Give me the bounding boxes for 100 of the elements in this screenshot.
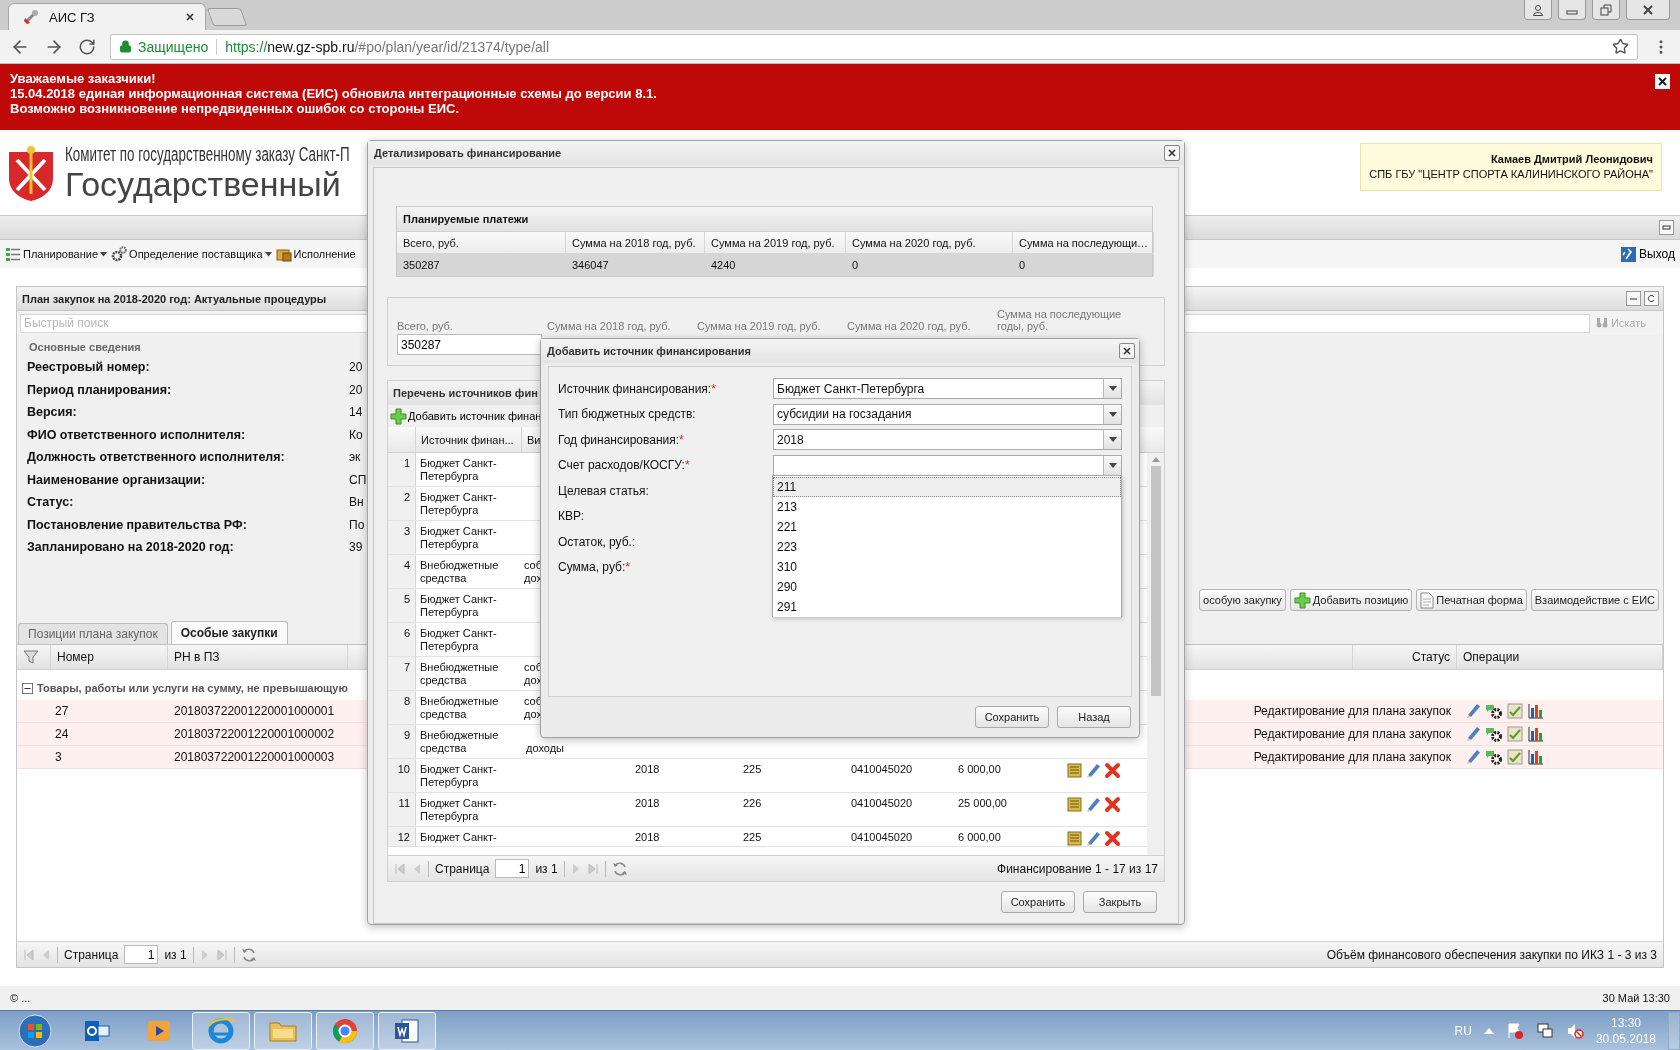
table-cell-text: 6 000,00 [957,762,1002,777]
section-title: Перечень источников фин [393,387,538,399]
url-text: https://new.gz-spb.ru/#po/plan/year/id/21374/type/all [224,38,550,55]
table-cell-text: 2018 [634,830,661,845]
field-value: эк [349,450,361,465]
table-cell-text: Редактирование для плана закупок [1252,750,1452,764]
column-header: Сумма на 2020 год, руб. [846,232,1013,253]
grid-title: Планируемые платежи [397,207,1152,232]
field-label: Версия: [27,405,78,420]
date-time-text: 30 Май 13:30 [1602,992,1670,1004]
field-label: Целевая статья: [558,483,650,498]
field-label: Остаток, руб.: [558,534,637,549]
field-value: 14 [349,405,363,420]
clock-time: 13:30 [1610,1014,1641,1031]
row-number: 3 [388,521,416,554]
row-number: 4 [388,555,416,588]
column-header: Сумма на последующи… [1013,232,1154,253]
row-number: 7 [388,657,416,690]
table-cell-text: 225 [742,830,763,845]
table-cell-text: 201803722001220001000003 [173,750,336,764]
field-label: Счет расходов/КОСГУ:* [558,458,691,473]
field-label: Сумма, руб:* [558,560,631,575]
row-number: 1 [388,453,416,486]
table-cell-text: Внебюджетные средства [419,558,500,586]
field-label: Тип бюджетных средств: [558,407,697,422]
user-name: Камаев Дмитрий Леонидович [1490,151,1653,167]
table-cell-text: доходы [525,740,565,756]
table-cell-text: Внебюджетные средства [419,660,500,688]
column-header: Всего, руб. [397,232,566,253]
field-label: КВР: [558,509,586,524]
banner-message-line: 15.04.2018 единая информационная система (ЕИС) обновила интеграционные схемы до версии 8.1. [10,86,657,101]
table-cell-text: Внебюджетные средства [419,694,500,722]
field-label: Источник финансирования:* [558,381,717,396]
table-cell-text: 25 000,00 [957,796,1008,811]
field-label: Должность ответственного исполнителя: [27,450,286,465]
row-number: 10 [388,759,416,792]
group-title: Товары, работы или услуги на сумму, не превышающую [37,682,348,694]
copyright-text: © ... [10,992,31,1004]
column-header: Сумма на 2018 год, руб. [566,232,705,253]
table-cell-text: 226 [742,796,763,811]
dialog-title: Добавить источник финансирования [547,345,751,357]
table-cell-text: Бюджет Санкт-Петербурга [419,626,498,654]
page-label: Страница [64,947,119,962]
field-label: Постановление правительства РФ: [27,517,248,532]
field-value: По [349,517,365,532]
panel-title: План закупок на 2018-2020 год: Актуальные процедуры [22,292,327,305]
field-label: Реестровый номер: [27,360,151,375]
row-number: 12 [388,827,416,846]
field-value: Ко [349,427,363,442]
field-label: Период планирования: [27,382,173,397]
table-cell-text: 27 [54,704,70,718]
table-cell-text: Редактирование для плана закупок [1252,727,1452,741]
table-cell-text: 2018 [634,796,661,811]
row-number: 6 [388,623,416,656]
field-value: СП [349,472,367,487]
dialog-title: Детализировать финансирование [374,147,562,159]
field-value: 39 [349,540,363,555]
table-cell-text: Бюджет Санкт-Петербурга [419,524,498,552]
field-label: Всего, руб. [397,319,454,334]
field-label: Наименование организации: [27,472,207,487]
table-cell-text: 0410045020 [850,762,914,777]
page-label: Страница [435,861,490,876]
table-cell-text: 6 000,00 [957,830,1002,845]
banner-message-line: Возможно возникновение непредвиденных ошибок со стороны ЕИС. [10,101,460,116]
pager-summary: Финансирование 1 - 17 из 17 [997,861,1158,876]
user-organization: СПБ ГБУ "ЦЕНТР СПОРТА КАЛИНИНСКОГО РАЙОНА" [1369,166,1653,182]
field-value: Вн [349,495,364,510]
pager-summary: Объём финансового обеспечения закупки по ИКЗ 1 - 3 из 3 [1326,947,1657,962]
row-number: 8 [388,691,416,724]
column-header: Сумма на 2019 год, руб. [705,232,846,253]
row-number: 2 [388,487,416,520]
field-label: Год финансирования:* [558,432,685,447]
field-label: Сумма на 2018 год, руб. [547,319,672,334]
field-label: Запланировано на 2018-2020 год: [27,540,235,555]
page-count: из 1 [535,861,558,876]
field-value: 20 [349,382,363,397]
table-cell-text: 225 [742,762,763,777]
row-number: 11 [388,793,416,826]
table-cell-text: 24 [54,727,70,741]
table-cell-text: Бюджет Санкт-Петербурга [419,592,498,620]
table-cell-text: 201803722001220001000002 [173,727,336,741]
field-value: 20 [349,360,363,375]
field-label: Сумма на 2019 год, руб. [697,319,822,334]
table-cell-text: Бюджет Санкт- [419,830,498,845]
table-cell-text: 201803722001220001000001 [173,704,336,718]
field-label: Сумма на последующие годы, руб. [997,307,1123,334]
table-cell-text: 2018 [634,762,661,777]
table-cell-text: 0410045020 [850,796,914,811]
field-label: Статус: [27,495,75,510]
banner-message-line: Уважаемые заказчики! [10,71,157,86]
row-number: 5 [388,589,416,622]
table-cell-text: Бюджет Санкт-Петербурга [419,490,498,518]
organization-title: Комитет по государственному заказу Санкт-П [65,143,350,166]
clock-date: 30.05.2018 [1595,1030,1656,1047]
table-cell-text: 0410045020 [850,830,914,845]
security-label: Защищено [138,38,218,55]
table-cell-text: Бюджет Санкт-Петербурга [419,796,498,824]
section-title: Основные сведения [28,341,141,353]
field-label: ФИО ответственного исполнителя: [27,427,247,442]
system-title: Государственный [65,166,341,202]
